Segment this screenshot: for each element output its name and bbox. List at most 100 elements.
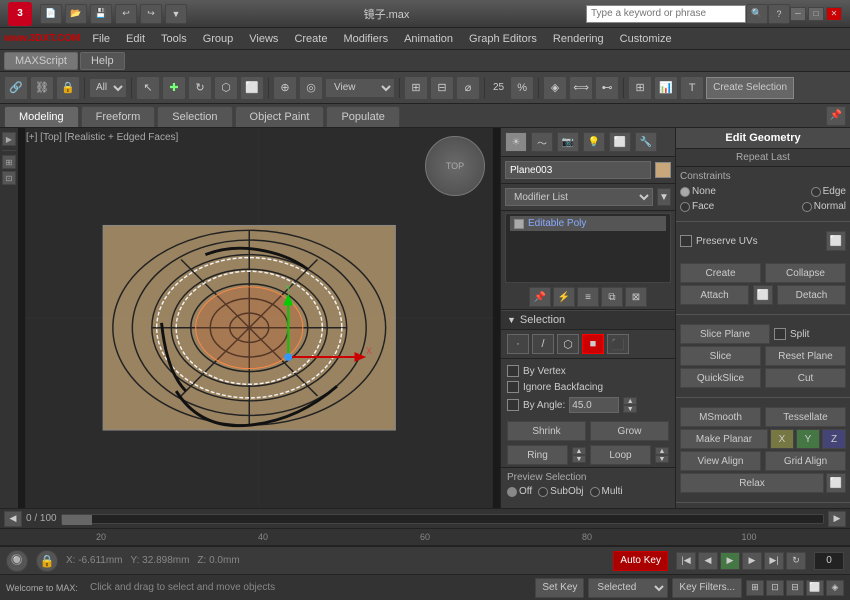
ref-coord-btn[interactable]: ⊕ [273, 76, 297, 100]
viewport[interactable]: [+] [Top] [Realistic + Edged Faces] TOP [18, 128, 500, 508]
panel-icon-display[interactable]: ⬜ [609, 132, 631, 152]
grid-align-btn[interactable]: Grid Align [765, 451, 846, 471]
preview-subobj-radio[interactable] [538, 487, 548, 497]
bottom-icon-3[interactable]: ⊟ [786, 580, 804, 596]
menu-create[interactable]: Create [286, 31, 335, 47]
menu-group[interactable]: Group [195, 31, 242, 47]
mod-paste-btn[interactable]: ⊠ [625, 287, 647, 307]
transport-prev[interactable]: ◀ [698, 552, 718, 570]
create-selection-btn[interactable]: Create Selection [706, 77, 794, 99]
angle-snap-btn[interactable]: ⌀ [456, 76, 480, 100]
selected-dropdown[interactable]: Selected [588, 578, 668, 598]
reset-plane-btn[interactable]: Reset Plane [765, 346, 846, 366]
select-link-btn[interactable]: 🔗 [4, 76, 28, 100]
nav-cube[interactable]: TOP [425, 136, 485, 196]
set-key-btn[interactable]: Set Key [535, 578, 584, 598]
element-mode-btn[interactable]: ⬛ [607, 334, 629, 354]
selection-section-header[interactable]: ▼ Selection [501, 310, 675, 330]
more-btn[interactable]: ▼ [165, 4, 187, 24]
loop-down-btn[interactable]: ▼ [655, 455, 669, 463]
menu-customize[interactable]: Customize [612, 31, 680, 47]
x-btn[interactable]: X [770, 429, 794, 449]
cut-btn[interactable]: Cut [765, 368, 846, 388]
search-icon-btn[interactable]: 🔍 [746, 4, 768, 24]
menu-views[interactable]: Views [241, 31, 286, 47]
menu-animation[interactable]: Animation [396, 31, 461, 47]
vb-right-btn[interactable]: ▶ [828, 511, 846, 527]
mod-item-editable-poly[interactable]: Editable Poly [510, 216, 666, 231]
maxscript-btn[interactable]: MAXScript [4, 52, 78, 70]
mini-btn-1[interactable]: ⊞ [2, 155, 16, 169]
modifier-list-select[interactable]: Modifier List [505, 188, 653, 206]
align-btn[interactable]: ⊷ [595, 76, 619, 100]
menu-file[interactable]: File [84, 31, 118, 47]
bottom-icon-5[interactable]: ◈ [826, 580, 844, 596]
tab-object-paint[interactable]: Object Paint [235, 106, 325, 127]
open-btn[interactable]: 📂 [65, 4, 87, 24]
status-icon-1[interactable]: 🔘 [6, 550, 28, 572]
ring-down-btn[interactable]: ▼ [572, 455, 586, 463]
create-btn[interactable]: Create [680, 263, 761, 283]
angle-up-btn[interactable]: ▲ [623, 397, 637, 405]
modifier-dropdown-btn[interactable]: ▼ [657, 188, 671, 206]
menu-tools[interactable]: Tools [153, 31, 195, 47]
transport-start[interactable]: |◀ [676, 552, 696, 570]
move-btn[interactable]: ✚ [162, 76, 186, 100]
face-radio[interactable] [680, 202, 690, 212]
snap-btn[interactable]: ⊞ [404, 76, 428, 100]
preserve-uvs-settings-btn[interactable]: ⬜ [826, 231, 846, 251]
tessellate-btn[interactable]: Tessellate [765, 407, 846, 427]
panel-icon-sun[interactable]: ☀ [505, 132, 527, 152]
snap2d-btn[interactable]: ⊟ [430, 76, 454, 100]
undo-btn[interactable]: ↩ [115, 4, 137, 24]
new-btn[interactable]: 📄 [40, 4, 62, 24]
loop-btn[interactable]: Loop [590, 445, 651, 465]
mod-on-btn[interactable]: ⚡ [553, 287, 575, 307]
polygon-mode-btn[interactable]: ■ [582, 334, 604, 354]
transport-end[interactable]: ▶| [764, 552, 784, 570]
slice-plane-btn[interactable]: Slice Plane [680, 324, 770, 344]
rotate-btn[interactable]: ↻ [188, 76, 212, 100]
relax-settings-btn[interactable]: ⬜ [826, 473, 846, 493]
mod-copy-btn[interactable]: ⧉ [601, 287, 623, 307]
auto-key-btn[interactable]: Auto Key [613, 551, 668, 571]
collapse-btn[interactable]: Collapse [765, 263, 846, 283]
ignore-backfacing-checkbox[interactable] [507, 381, 519, 393]
shrink-btn[interactable]: Shrink [507, 421, 586, 441]
menu-rendering[interactable]: Rendering [545, 31, 612, 47]
lock-icon-btn[interactable]: 🔒 [36, 550, 58, 572]
modifier-stack[interactable]: Editable Poly [505, 213, 671, 283]
none-radio[interactable] [680, 187, 690, 197]
pivot-btn[interactable]: ◎ [299, 76, 323, 100]
mirror-btn[interactable]: ⟺ [569, 76, 593, 100]
preview-multi-radio[interactable] [590, 487, 600, 497]
close-btn[interactable]: ✕ [826, 7, 842, 21]
panel-icon-camera[interactable]: 📷 [557, 132, 579, 152]
timeline-handle[interactable] [62, 515, 92, 525]
tab-selection[interactable]: Selection [157, 106, 232, 127]
bottom-icon-2[interactable]: ⊡ [766, 580, 784, 596]
vertex-mode-btn[interactable]: · [507, 334, 529, 354]
percent-btn[interactable]: % [510, 76, 534, 100]
object-name-input[interactable] [505, 161, 651, 179]
preview-off-radio[interactable] [507, 487, 517, 497]
maximize-btn[interactable]: □ [808, 7, 824, 21]
by-angle-checkbox[interactable] [507, 399, 519, 411]
text-btn[interactable]: T [680, 76, 704, 100]
layer-mgr-btn[interactable]: ⊞ [628, 76, 652, 100]
mod-pin-btn[interactable]: 📌 [529, 287, 551, 307]
panel-icon-light[interactable]: 💡 [583, 132, 605, 152]
select-region-btn[interactable]: ⬜ [240, 76, 264, 100]
nav-cube-container[interactable]: TOP [425, 136, 485, 196]
ring-btn[interactable]: Ring [507, 445, 568, 465]
named-sel-btn[interactable]: ◈ [543, 76, 567, 100]
scale-btn[interactable]: ⬡ [214, 76, 238, 100]
border-mode-btn[interactable]: ⬡ [557, 334, 579, 354]
angle-value-input[interactable] [569, 397, 619, 413]
y-btn[interactable]: Y [796, 429, 820, 449]
make-planar-btn[interactable]: Make Planar [680, 429, 768, 449]
angle-down-btn[interactable]: ▼ [623, 405, 637, 413]
minimize-btn[interactable]: ─ [790, 7, 806, 21]
tab-modeling[interactable]: Modeling [4, 106, 79, 127]
repeat-last-btn[interactable]: Repeat Last [676, 149, 850, 167]
